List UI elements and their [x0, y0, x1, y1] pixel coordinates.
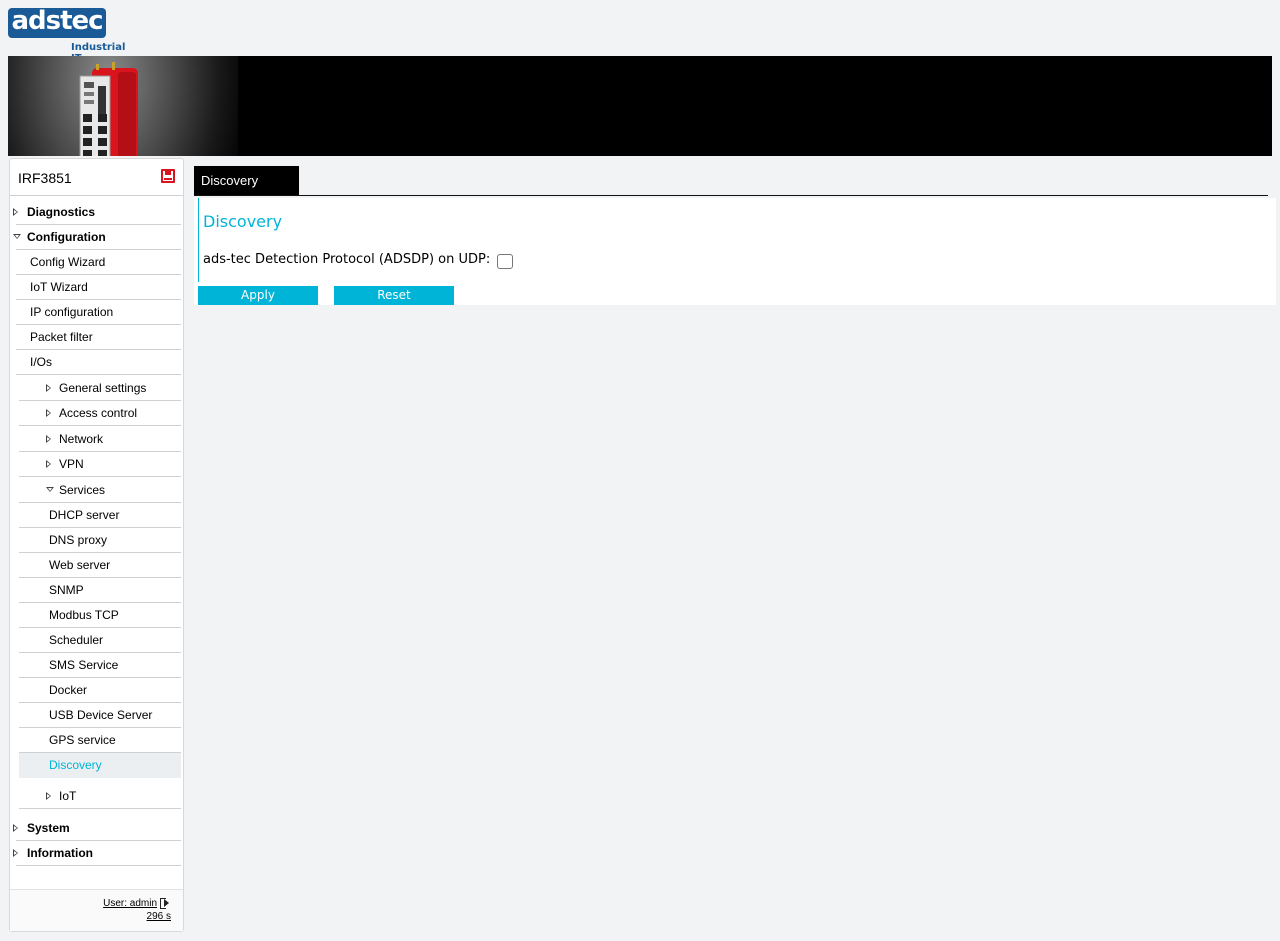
- sidebar-item-ios[interactable]: I/Os: [16, 350, 181, 375]
- tab-discovery[interactable]: Discovery: [194, 166, 299, 196]
- sidebar-item-dns-proxy[interactable]: DNS proxy: [19, 528, 181, 553]
- logo-text: adstec: [11, 6, 103, 36]
- ads-tec-logo: adstec Industrial IT: [8, 6, 138, 64]
- expand-triangle-icon: [46, 384, 51, 392]
- router-device-image: [79, 62, 138, 156]
- sidebar-item-config-wizard[interactable]: Config Wizard: [16, 250, 181, 275]
- sidebar-item-general-settings[interactable]: General settings: [19, 376, 181, 401]
- panel-title: Discovery: [203, 212, 283, 231]
- expand-triangle-icon: [13, 824, 18, 832]
- adsdp-label: ads-tec Detection Protocol (ADSDP) on UD…: [203, 252, 491, 267]
- sidebar-item-ip-configuration[interactable]: IP configuration: [16, 300, 181, 325]
- expand-triangle-icon: [46, 460, 51, 468]
- device-name: IRF3851: [18, 170, 72, 186]
- sidebar-item-scheduler[interactable]: Scheduler: [19, 628, 181, 653]
- sidebar-item-diagnostics[interactable]: Diagnostics: [13, 200, 181, 225]
- sidebar-item-usb-device-server[interactable]: USB Device Server: [19, 703, 181, 728]
- reset-button[interactable]: Reset: [334, 286, 454, 305]
- sidebar: IRF3851 Diagnostics Configuration Config…: [9, 158, 184, 932]
- expand-triangle-icon: [13, 849, 18, 857]
- user-link[interactable]: User: admin: [103, 898, 157, 909]
- apply-button[interactable]: Apply: [198, 286, 318, 305]
- sidebar-item-dhcp-server[interactable]: DHCP server: [19, 503, 181, 528]
- sidebar-item-system[interactable]: System: [13, 816, 181, 841]
- panel-accent-line: [198, 198, 199, 282]
- sidebar-item-web-server[interactable]: Web server: [19, 553, 181, 578]
- session-timer[interactable]: 296 s: [147, 911, 171, 922]
- sidebar-item-services[interactable]: Services: [19, 478, 181, 503]
- expand-triangle-icon: [46, 792, 51, 800]
- expand-triangle-icon: [46, 435, 51, 443]
- sidebar-item-vpn[interactable]: VPN: [19, 452, 181, 477]
- sidebar-footer: User: admin 296 s: [10, 889, 183, 931]
- sidebar-item-modbus-tcp[interactable]: Modbus TCP: [19, 603, 181, 628]
- adsdp-checkbox[interactable]: [497, 254, 513, 269]
- sidebar-item-snmp[interactable]: SNMP: [19, 578, 181, 603]
- sidebar-item-docker[interactable]: Docker: [19, 678, 181, 703]
- device-header: IRF3851: [10, 159, 183, 196]
- sidebar-item-information[interactable]: Information: [13, 841, 181, 866]
- sidebar-item-discovery[interactable]: Discovery: [19, 753, 181, 778]
- save-icon[interactable]: [161, 169, 175, 183]
- discovery-panel: Discovery ads-tec Detection Protocol (AD…: [194, 198, 1276, 305]
- header-banner: [8, 56, 1272, 156]
- expand-triangle-icon: [46, 409, 51, 417]
- sidebar-item-configuration[interactable]: Configuration: [13, 225, 181, 250]
- tab-divider: [194, 195, 1268, 196]
- sidebar-item-access-control[interactable]: Access control: [19, 401, 181, 426]
- sidebar-item-gps-service[interactable]: GPS service: [19, 728, 181, 753]
- expand-triangle-icon: [13, 208, 18, 216]
- sidebar-item-packet-filter[interactable]: Packet filter: [16, 325, 181, 350]
- collapse-triangle-icon: [46, 487, 54, 492]
- sidebar-item-iot[interactable]: IoT: [19, 784, 181, 809]
- collapse-triangle-icon: [13, 234, 21, 239]
- logout-icon[interactable]: [160, 898, 170, 909]
- sidebar-item-network[interactable]: Network: [19, 427, 181, 452]
- sidebar-item-sms-service[interactable]: SMS Service: [19, 653, 181, 678]
- sidebar-item-iot-wizard[interactable]: IoT Wizard: [16, 275, 181, 300]
